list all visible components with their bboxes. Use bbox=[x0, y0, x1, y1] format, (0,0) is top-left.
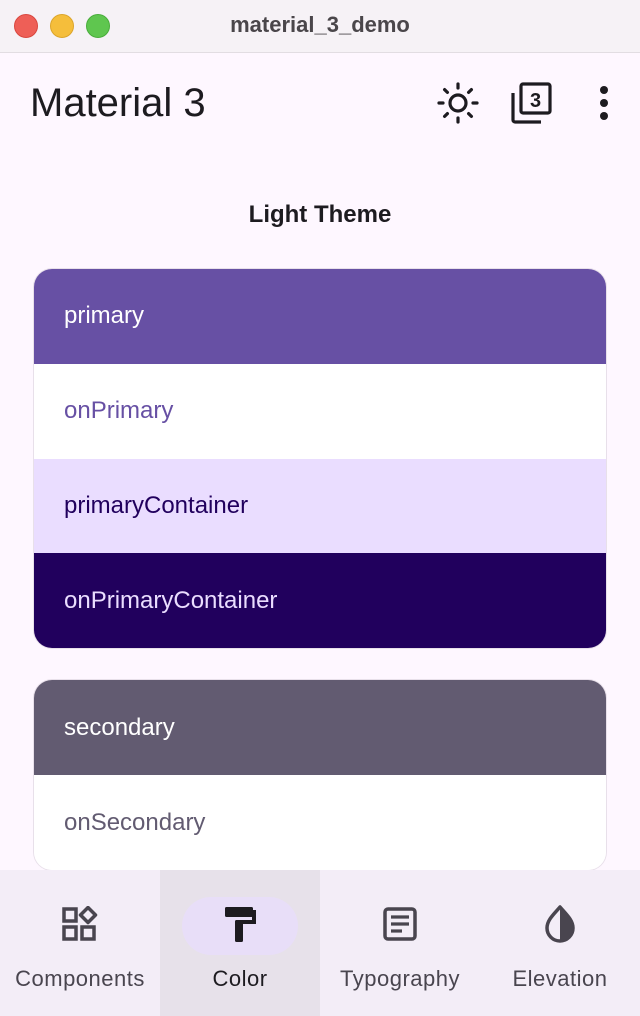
brightness-icon bbox=[437, 82, 479, 124]
material-3-badge-icon: 3 bbox=[511, 82, 552, 124]
nav-label-components: Components bbox=[15, 966, 145, 991]
svg-text:3: 3 bbox=[530, 90, 541, 112]
swatch-on-secondary: onSecondary bbox=[34, 775, 606, 870]
nav-item-color[interactable]: Color bbox=[160, 870, 320, 1016]
nav-item-components[interactable]: Components bbox=[0, 870, 160, 1016]
title-bar: material_3_demo bbox=[0, 0, 640, 53]
secondary-color-group: secondary onSecondary bbox=[34, 680, 606, 870]
widgets-icon bbox=[60, 904, 100, 944]
swatch-on-primary-container: onPrimaryContainer bbox=[34, 553, 606, 648]
swatch-on-primary: onPrimary bbox=[34, 363, 606, 459]
swatch-primary-container: primaryContainer bbox=[34, 458, 606, 554]
nav-label-elevation: Elevation bbox=[512, 966, 608, 991]
opacity-icon bbox=[540, 904, 580, 944]
nav-item-typography[interactable]: Typography bbox=[320, 870, 480, 1016]
theme-heading: Light Theme bbox=[248, 201, 392, 228]
primary-color-group: primary onPrimary primaryContainer onPri… bbox=[34, 269, 606, 648]
material-version-toggle-button[interactable]: 3 bbox=[505, 77, 557, 129]
nav-label-color: Color bbox=[212, 966, 268, 991]
window-title: material_3_demo bbox=[230, 12, 410, 37]
swatch-primary: primary bbox=[34, 269, 606, 364]
brightness-toggle-button[interactable] bbox=[432, 77, 484, 129]
app-window: material_3_demo Material 3 3 Light Theme… bbox=[0, 0, 640, 1016]
bottom-navigation-bar: Components Color Typography Elevation bbox=[0, 870, 640, 1016]
nav-item-elevation[interactable]: Elevation bbox=[480, 870, 640, 1016]
app-title: Material 3 bbox=[30, 81, 206, 125]
format-paint-icon bbox=[220, 904, 260, 944]
top-app-bar: Material 3 3 bbox=[0, 53, 640, 153]
color-palette-content[interactable]: Light Theme primary onPrimary primaryCon… bbox=[0, 153, 640, 870]
article-icon bbox=[380, 904, 420, 944]
nav-label-typography: Typography bbox=[340, 966, 460, 991]
swatch-secondary: secondary bbox=[34, 680, 606, 775]
more-options-button[interactable] bbox=[578, 77, 630, 129]
more-vert-icon bbox=[600, 86, 608, 120]
